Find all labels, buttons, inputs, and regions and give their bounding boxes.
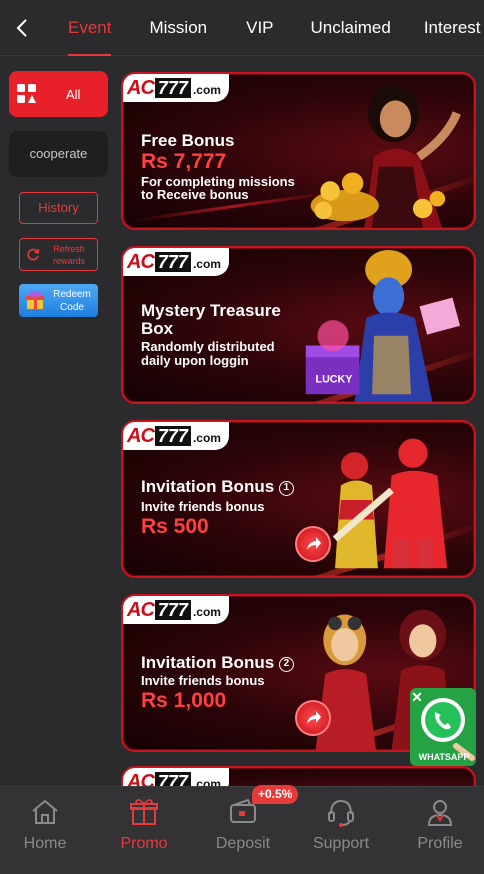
brand-com: .com [192,605,221,619]
promo-banner-free-bonus[interactable]: AC 777 .com Free Bonus Rs 7,777 For comple… [121,72,476,230]
category-all-label: All [66,86,81,102]
share-arrow-icon [307,537,321,550]
tab-unclaimed[interactable]: Unclaimed [311,0,391,56]
gift-icon [26,291,44,309]
brand-777: 777 [154,426,191,446]
bottom-nav: Home Promo Deposit Support Profile [0,786,484,874]
nav-support[interactable]: Support [293,787,389,874]
brand-logo: AC 777 .com [123,248,229,276]
nav-home-label: Home [23,835,67,852]
banner-subtitle-line2: daily upon loggin [141,353,249,368]
nav-deposit-label: Deposit [215,835,271,852]
tab-vip[interactable]: VIP [246,0,273,56]
banner-amount: Rs 500 [141,515,209,538]
banner-title-text: Invitation Bonus [141,653,275,672]
banner-subtitle: Invite friends bonus [141,499,265,514]
refresh-rewards-button[interactable]: Refresh rewards [19,238,98,271]
nav-promo-label: Promo [120,835,168,852]
banner-amount: Rs 7,777 [141,150,227,173]
share-arrow-button[interactable] [295,700,331,736]
banner-amount: Rs 1,000 [141,689,227,712]
banner-title: Free Bonus [141,131,235,150]
category-cooperate[interactable]: cooperate [9,131,108,177]
nav-promo[interactable]: Promo [96,787,192,874]
redeem-code-button[interactable]: Redeem Code [19,284,98,317]
brand-ac: AC [127,76,155,99]
refresh-rewards-label: Refresh rewards [52,244,85,266]
user-icon [427,800,453,826]
chevron-left-icon [16,19,27,37]
brand-777: 777 [154,600,191,620]
brand-com: .com [192,83,221,97]
nav-home[interactable]: Home [0,787,93,874]
tab-mission[interactable]: Mission [149,0,207,56]
category-all[interactable]: All [9,71,108,117]
share-arrow-icon [307,711,321,724]
promo-banner-invitation-1[interactable]: AC 777 .com Invitation Bonus 1 Invite frie… [121,420,476,578]
history-button[interactable]: History [19,192,98,224]
tab-interest[interactable]: Interest [424,0,481,56]
banner-subtitle: Invite friends bonus [141,673,265,688]
tab-event[interactable]: Event [68,0,112,56]
genie-with-lucky-box-illustration: LUCKY [305,249,461,402]
brand-ac: AC [127,250,155,273]
whatsapp-close-button[interactable]: ✕ [410,690,424,704]
brand-777: 777 [154,252,191,272]
nav-support-label: Support [312,835,370,852]
banner-title-text: Invitation Bonus [141,477,275,496]
app-root: Event Mission VIP Unclaimed Interest All… [0,0,484,874]
banner-number-badge: 2 [278,657,294,672]
banner-subtitle-line1: Randomly distributed [141,339,275,354]
gift-box-icon [130,799,158,825]
banner-title: Invitation Bonus 1 [141,478,294,496]
banner-title: Invitation Bonus 2 [141,654,294,672]
brand-com: .com [192,431,221,445]
brand-ac: AC [127,598,155,621]
brand-logo: AC 777 .com [123,74,229,102]
banner-title-line1: Mystery Treasure [141,301,281,320]
svg-text:LUCKY: LUCKY [316,374,353,386]
grid-icon [17,84,37,104]
brand-ac: AC [127,424,155,447]
banner-number-badge: 1 [278,481,294,496]
brand-logo: AC 777 .com [123,422,229,450]
back-button[interactable] [8,14,36,42]
banner-title-line2: Box [141,319,174,338]
brand-com: .com [192,257,221,271]
promo-banner-mystery-box[interactable]: AC 777 .com LUCKY Mystery Treasure Box Ran… [121,246,476,404]
redeem-code-label: Redeem Code [53,289,91,313]
woman-with-coins-illustration [310,83,461,228]
nav-profile-label: Profile [417,835,463,852]
brand-logo: AC 777 .com [123,596,229,624]
home-icon [32,799,58,824]
top-nav: Event Mission VIP Unclaimed Interest [0,0,484,56]
brand-777: 777 [154,78,191,98]
whatsapp-label: WHATSAPP [418,752,470,762]
refresh-icon [27,248,40,261]
deposit-bonus-badge: +0.5% [252,785,299,804]
tab-bar: Event Mission VIP Unclaimed Interest [52,0,484,56]
nav-profile[interactable]: Profile [392,787,484,874]
share-arrow-button[interactable] [295,526,331,562]
banner-subtitle-line2: to Receive bonus [141,187,249,202]
headset-icon [328,799,354,827]
